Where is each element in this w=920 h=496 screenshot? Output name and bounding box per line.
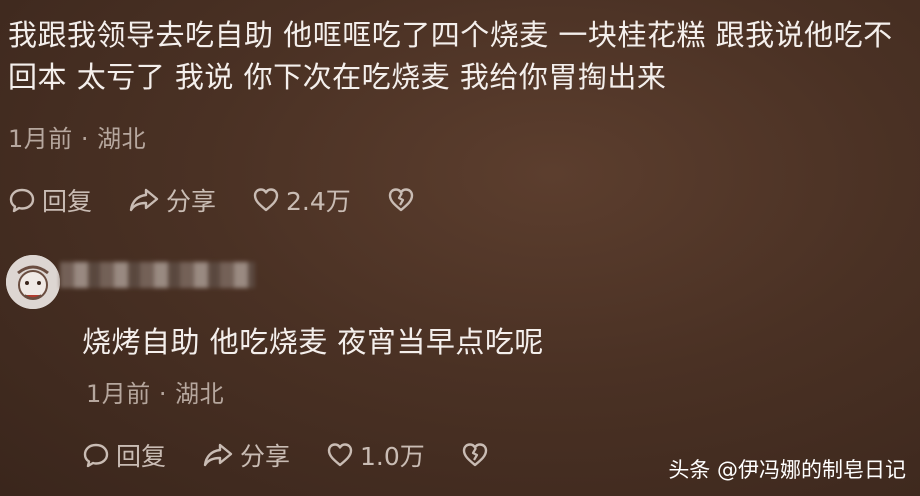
comment-meta: 1月前 · 湖北 xyxy=(8,125,147,153)
reply-icon xyxy=(83,443,109,468)
comment-text: 烧烤自助 他吃烧麦 夜宵当早点吃呢 xyxy=(82,325,544,359)
comment-actions: 回复 分享 1.0万 xyxy=(82,437,531,473)
dislike-button[interactable] xyxy=(461,441,495,469)
reply-button[interactable]: 回复 xyxy=(82,437,166,473)
broken-heart-icon xyxy=(388,188,413,212)
share-icon xyxy=(203,443,233,467)
username-redacted xyxy=(60,262,255,288)
broken-heart-icon xyxy=(462,443,487,467)
watermark: 头条 @伊冯娜的制皂日记 xyxy=(668,458,906,482)
reply-button[interactable]: 回复 xyxy=(8,182,92,218)
like-count: 1.0万 xyxy=(360,442,425,471)
avatar-image xyxy=(6,255,60,309)
share-icon xyxy=(129,188,159,212)
avatar[interactable] xyxy=(6,255,60,309)
like-button[interactable]: 2.4万 xyxy=(252,182,351,218)
reply-label: 回复 xyxy=(42,187,93,216)
dislike-button[interactable] xyxy=(387,186,421,214)
like-button[interactable]: 1.0万 xyxy=(326,437,425,473)
comment-meta: 1月前 · 湖北 xyxy=(86,380,225,408)
comment-text: 我跟我领导去吃自助 他哐哐吃了四个烧麦 一块桂花糕 跟我说他吃不回本 太亏了 我… xyxy=(8,18,893,94)
heart-icon xyxy=(327,443,353,467)
reply-icon xyxy=(9,188,35,213)
like-count: 2.4万 xyxy=(286,187,351,216)
share-label: 分享 xyxy=(240,442,291,471)
reply-label: 回复 xyxy=(116,442,167,471)
share-button[interactable]: 分享 xyxy=(128,182,216,218)
share-button[interactable]: 分享 xyxy=(202,437,290,473)
comment-actions: 回复 分享 2.4万 xyxy=(8,182,457,218)
heart-icon xyxy=(253,188,279,212)
share-label: 分享 xyxy=(166,187,217,216)
